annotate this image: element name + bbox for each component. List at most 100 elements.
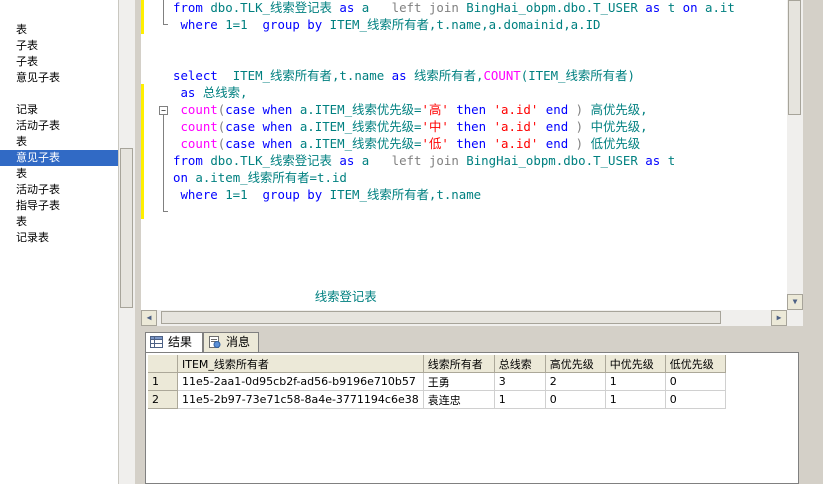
grid-cell[interactable]: 0	[545, 390, 606, 409]
code-token: a	[361, 153, 392, 168]
code-token: a.ITEM_线索优先级=	[299, 136, 422, 151]
code-line[interactable]: as 总线索,	[173, 84, 247, 101]
code-token: )	[575, 136, 591, 151]
tree-item[interactable]: 活动子表	[0, 118, 118, 134]
results-grid-area[interactable]: ITEM_线索所有者 线索所有者 总线索 高优先级 中优先级 低优先级 1 11e…	[145, 352, 799, 484]
code-token: )	[575, 102, 591, 117]
code-token: a.ITEM_线索优先级=	[299, 119, 422, 134]
scroll-down-icon[interactable]: ▼	[787, 294, 803, 310]
column-header[interactable]: 中优先级	[605, 355, 666, 373]
code-token: where	[173, 17, 226, 32]
code-token: count	[173, 119, 218, 134]
tree-item-label: 记录	[16, 103, 38, 116]
code-token: on	[173, 170, 196, 185]
table-row[interactable]: 1 11e5-2aa1-0d95cb2f-ad56-b9196e710b57 王勇 3…	[148, 372, 726, 391]
tree-item[interactable]: 表	[0, 22, 118, 38]
tree-item[interactable]: 意见子表	[0, 150, 118, 166]
editor-horizontal-scrollbar[interactable]: ◀ ▶	[141, 310, 787, 326]
code-line[interactable]: count(case when a.ITEM_线索优先级='中' then 'a…	[173, 118, 647, 135]
tree-item[interactable]: 记录表	[0, 230, 118, 246]
outline-guide	[163, 24, 168, 25]
code-token: from	[173, 153, 211, 168]
editor-gutter	[141, 0, 159, 310]
collapse-icon[interactable]: −	[159, 106, 168, 115]
editor-hscroll-thumb[interactable]	[161, 311, 721, 324]
tree-item[interactable]: 意见子表	[0, 70, 118, 86]
code-line[interactable]: from dbo.TLK_线索登记表 as a left join BingHa…	[173, 152, 675, 169]
code-token: '低'	[421, 136, 449, 151]
code-token: )	[575, 119, 591, 134]
grid-cell[interactable]: 0	[665, 390, 726, 409]
tree-item-label: 意见子表	[16, 151, 60, 164]
code-token: ITEM_线索所有者,t.name,a.domainid,a.ID	[329, 17, 601, 32]
grid-cell[interactable]: 3	[494, 372, 546, 391]
grid-cell[interactable]: 1	[605, 390, 666, 409]
tree-item[interactable]: 子表	[0, 54, 118, 70]
code-token: COUNT	[483, 68, 521, 83]
code-line[interactable]: on a.item_线索所有者=t.id	[173, 169, 347, 186]
grid-cell[interactable]: 11e5-2aa1-0d95cb2f-ad56-b9196e710b57	[177, 372, 424, 391]
tab-results-label: 结果	[168, 335, 193, 349]
code-token: as	[173, 85, 203, 100]
tree-item-label: 表	[16, 215, 27, 228]
code-line[interactable]: from dbo.TLK_线索登记表 as a left join BingHa…	[173, 0, 735, 16]
tab-messages[interactable]: 消息	[203, 332, 259, 352]
editor-vertical-scrollbar[interactable]: ▼	[787, 0, 803, 326]
scroll-left-icon[interactable]: ◀	[141, 310, 157, 326]
code-token: left join	[391, 153, 467, 168]
grid-cell[interactable]: 0	[665, 372, 726, 391]
table-row[interactable]: 2 11e5-2b97-73e71c58-8a4e-3771194c6e38 袁连忠…	[148, 390, 726, 409]
tree-item[interactable]: 指导子表	[0, 198, 118, 214]
row-number[interactable]: 1	[148, 372, 178, 391]
code-token: as	[339, 153, 362, 168]
explorer-scrollbar-thumb[interactable]	[120, 148, 133, 308]
code-token: t	[667, 153, 676, 168]
grid-cell[interactable]: 1	[494, 390, 546, 409]
code-line[interactable]: select ITEM_线索所有者,t.name as 线索所有者,COUNT(…	[173, 67, 635, 84]
changed-lines-marker	[141, 84, 144, 219]
grid-cell[interactable]: 2	[545, 372, 606, 391]
tree-item-label: 表	[16, 135, 27, 148]
code-token: ITEM_线索所有者,t.name	[329, 187, 482, 202]
grid-cell[interactable]: 袁连忠	[423, 390, 495, 409]
editor-vscroll-thumb[interactable]	[788, 0, 801, 115]
code-token: select	[173, 68, 233, 83]
results-grid[interactable]: ITEM_线索所有者 线索所有者 总线索 高优先级 中优先级 低优先级 1 11e…	[148, 355, 726, 409]
column-header[interactable]: ITEM_线索所有者	[177, 355, 424, 373]
column-header[interactable]: 总线索	[494, 355, 546, 373]
tree-item[interactable]: 活动子表	[0, 182, 118, 198]
row-number-header[interactable]	[148, 355, 178, 373]
column-header[interactable]: 高优先级	[545, 355, 606, 373]
code-token: 低优先级	[590, 136, 641, 151]
changed-lines-marker	[141, 0, 144, 34]
column-header[interactable]: 低优先级	[665, 355, 726, 373]
code-line[interactable]: 线索登记表	[173, 288, 377, 305]
query-editor[interactable]: from dbo.TLK_线索登记表 as a left join BingHa…	[141, 0, 787, 310]
tab-results[interactable]: 结果	[145, 332, 203, 352]
code-token: case when	[225, 102, 300, 117]
code-token: end	[538, 119, 576, 134]
tree-item[interactable]: 记录	[0, 102, 118, 118]
grid-cell[interactable]: 王勇	[423, 372, 495, 391]
code-line[interactable]: where 1=1 group by ITEM_线索所有者,t.name,a.d…	[173, 16, 601, 33]
tree-item[interactable]: 表	[0, 166, 118, 182]
grid-cell[interactable]: 1	[605, 372, 666, 391]
code-token: then	[448, 119, 494, 134]
code-line[interactable]: where 1=1 group by ITEM_线索所有者,t.name	[173, 186, 481, 203]
grid-cell[interactable]: 11e5-2b97-73e71c58-8a4e-3771194c6e38	[177, 390, 424, 409]
explorer-scrollbar[interactable]	[118, 0, 135, 484]
object-explorer[interactable]: 表子表 子表 意见子表 记录 活动子表表意见子表表活动子表 指导子表表记录表	[0, 0, 118, 484]
column-header[interactable]: 线索所有者	[423, 355, 495, 373]
code-line[interactable]: count(case when a.ITEM_线索优先级='低' then 'a…	[173, 135, 640, 152]
code-token: a.ITEM_线索优先级=	[299, 102, 422, 117]
code-token: from	[173, 0, 211, 15]
tree-item[interactable]: 表	[0, 214, 118, 230]
code-token: case when	[225, 119, 300, 134]
code-token: '高'	[421, 102, 449, 117]
tree-item[interactable]: 子表	[0, 38, 118, 54]
scroll-right-icon[interactable]: ▶	[771, 310, 787, 326]
tree-item[interactable]: 表	[0, 134, 118, 150]
code-line[interactable]: count(case when a.ITEM_线索优先级='高' then 'a…	[173, 101, 647, 118]
row-number[interactable]: 2	[148, 390, 178, 409]
code-token: a	[361, 0, 392, 15]
